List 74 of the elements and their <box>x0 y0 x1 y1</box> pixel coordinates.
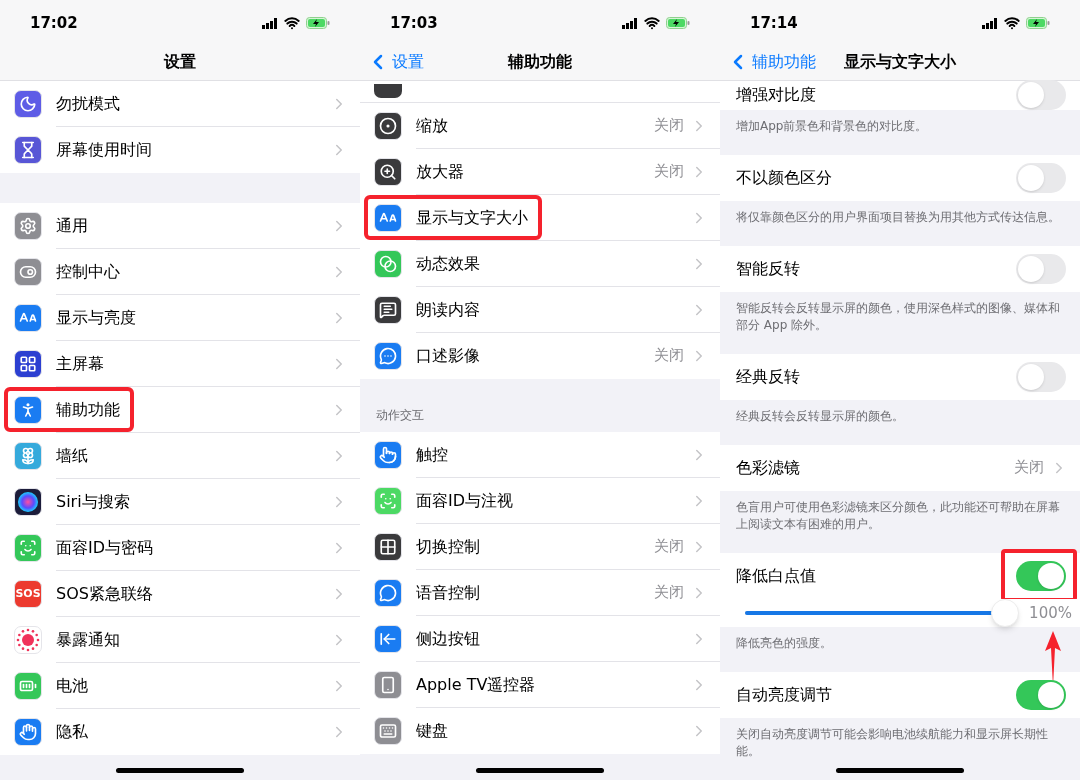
row-label[interactable]: 降低白点值 <box>736 563 816 588</box>
signal-icon <box>622 17 638 29</box>
row-label[interactable]: Apple TV遥控器 <box>416 672 536 697</box>
slider-reading: 100% <box>1029 602 1072 624</box>
row-label[interactable]: 侧边按钮 <box>416 626 480 651</box>
row-label[interactable]: 辅助功能 <box>56 397 120 422</box>
row-label[interactable]: 显示与文字大小 <box>416 205 528 230</box>
back-button[interactable]: 设置 <box>360 50 424 74</box>
status-time: 17:03 <box>390 12 438 34</box>
row-label[interactable]: 勿扰模式 <box>56 91 120 116</box>
row-value: 关闭 <box>654 161 684 183</box>
toggle-switch[interactable] <box>1016 80 1066 110</box>
row-label[interactable]: 控制中心 <box>56 259 120 284</box>
row-label[interactable]: 触控 <box>416 442 448 467</box>
nav-title: 设置 <box>164 51 196 73</box>
row-label[interactable]: 增强对比度 <box>736 83 816 107</box>
row-label[interactable]: Siri与搜索 <box>56 489 130 514</box>
row-label[interactable]: 通用 <box>56 213 88 238</box>
toggle-switch[interactable] <box>1016 361 1066 392</box>
toggle-switch[interactable] <box>1016 162 1066 193</box>
toggle-switch[interactable] <box>1016 679 1066 710</box>
row-label[interactable]: 放大器 <box>416 159 464 184</box>
toggle-switch[interactable] <box>1016 253 1066 284</box>
nav-title: 辅助功能 <box>508 51 572 73</box>
row-label[interactable]: 键盘 <box>416 718 448 743</box>
row-label[interactable]: 动态效果 <box>416 251 480 276</box>
row-label[interactable]: 自动亮度调节 <box>736 682 832 707</box>
row-label[interactable]: 不以颜色区分 <box>736 165 832 190</box>
emergency-badge: SOS <box>14 579 42 608</box>
wifi-icon <box>644 15 660 31</box>
row-value: 关闭 <box>654 536 684 558</box>
footer-note: 经典反转会反转显示屏的颜色。 <box>736 408 905 425</box>
wifi-icon <box>1004 15 1020 31</box>
battery-icon <box>666 17 690 29</box>
footer-note: 关闭自动亮度调节可能会影响电池续航能力和显示屏长期性能。 <box>736 726 1049 760</box>
row-value: 关闭 <box>654 345 684 367</box>
footer-note: 降低亮色的强度。 <box>736 635 833 652</box>
battery-icon <box>306 17 330 29</box>
footer-note: 将仅靠颜色区分的用户界面项目替换为用其他方式传达信息。 <box>736 209 1061 226</box>
signal-icon <box>262 17 278 29</box>
row-label[interactable]: 主屏幕 <box>56 351 104 376</box>
row-label[interactable]: 电池 <box>56 673 88 698</box>
back-button[interactable]: 辅助功能 <box>720 50 816 74</box>
row-value: 关闭 <box>654 582 684 604</box>
row-label[interactable]: 显示与亮度 <box>56 305 136 330</box>
toggle-switch[interactable] <box>1016 560 1066 591</box>
row-label[interactable]: 口述影像 <box>416 343 480 368</box>
nav-title: 显示与文字大小 <box>844 51 956 73</box>
row-label[interactable]: 语音控制 <box>416 580 480 605</box>
row-label[interactable]: 隐私 <box>56 719 88 744</box>
row-label[interactable]: 经典反转 <box>736 364 800 389</box>
footer-note: 增加App前景色和背景色的对比度。 <box>736 118 929 135</box>
battery-icon <box>1026 17 1050 29</box>
section-header: 动作交互 <box>376 407 424 424</box>
row-value: 关闭 <box>1014 457 1044 479</box>
row-label[interactable]: 墙纸 <box>56 443 88 468</box>
row-value: 关闭 <box>654 115 684 137</box>
row-label[interactable]: 暴露通知 <box>56 627 120 652</box>
signal-icon <box>982 17 998 29</box>
footer-note: 色盲用户可使用色彩滤镜来区分颜色，此功能还可帮助在屏幕上阅读文本有困难的用户。 <box>736 499 1061 533</box>
footer-note: 智能反转会反转显示屏的颜色，使用深色样式的图像、媒体和部分 App 除外。 <box>736 300 1061 334</box>
row-label[interactable]: 面容ID与注视 <box>416 488 514 513</box>
status-time: 17:02 <box>30 12 78 34</box>
row-label[interactable]: 面容ID与密码 <box>56 535 154 560</box>
row-label[interactable]: 朗读内容 <box>416 297 480 322</box>
row-label[interactable]: 屏幕使用时间 <box>56 137 152 162</box>
status-time: 17:14 <box>750 12 798 34</box>
row-label[interactable]: SOS紧急联络 <box>56 581 153 606</box>
slider-thumb[interactable] <box>991 599 1020 627</box>
wifi-icon <box>284 15 300 31</box>
row-label[interactable]: 智能反转 <box>736 256 800 281</box>
row-label[interactable]: 切换控制 <box>416 534 480 559</box>
row-label[interactable]: 缩放 <box>416 113 448 138</box>
row-label[interactable]: 色彩滤镜 <box>736 455 800 480</box>
